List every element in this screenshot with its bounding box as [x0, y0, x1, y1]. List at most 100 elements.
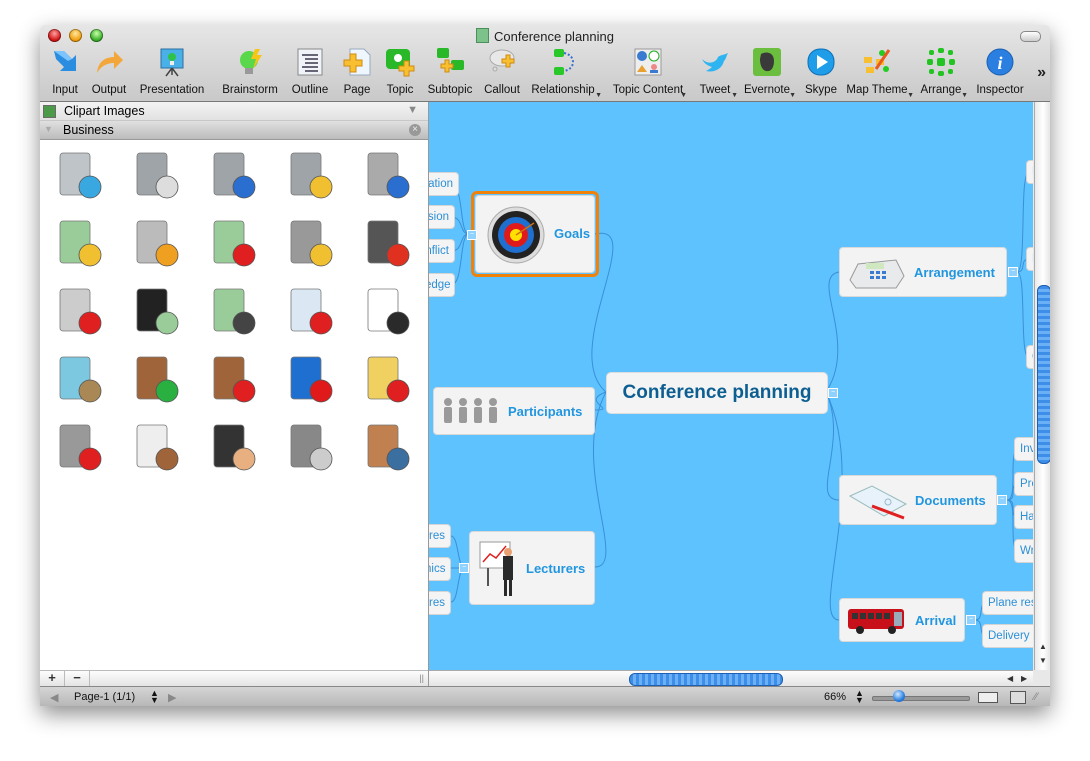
toolbar-page-button[interactable]: Page: [342, 47, 372, 99]
remove-clipart-button[interactable]: −: [65, 671, 90, 686]
zoom-stepper-icon[interactable]: ▲ ▼: [855, 689, 864, 705]
toolbar-tweet-button[interactable]: ▼ Tweet: [698, 47, 738, 99]
subtopic[interactable]: P: [1026, 247, 1033, 271]
subtopic[interactable]: Plane res: [982, 591, 1033, 615]
toolbar-relationship-button[interactable]: ▼ Relationship: [530, 47, 602, 99]
clipart-item[interactable]: [40, 346, 117, 414]
subtopic[interactable]: nics: [429, 557, 451, 581]
clipart-item[interactable]: [348, 278, 425, 346]
subtopic[interactable]: C: [1026, 345, 1033, 369]
clipart-item[interactable]: [348, 346, 425, 414]
clipart-item[interactable]: [271, 414, 348, 482]
add-clipart-button[interactable]: +: [40, 671, 65, 686]
clipart-item[interactable]: [40, 210, 117, 278]
topic-arrangement[interactable]: Arrangement: [839, 247, 1007, 297]
clipart-item[interactable]: [40, 142, 117, 210]
topic-arrival[interactable]: Arrival: [839, 598, 965, 642]
zoom-slider-knob[interactable]: [893, 690, 905, 702]
toolbar-presentation-button[interactable]: Presentation: [140, 47, 204, 99]
toolbar-label: Topic Content: [612, 84, 684, 96]
toolbar-brainstorm-button[interactable]: Brainstorm: [220, 47, 280, 99]
disclosure-triangle-icon[interactable]: ▼: [44, 124, 53, 134]
toolbar-callout-button[interactable]: Callout: [482, 47, 522, 99]
clipart-item[interactable]: [348, 210, 425, 278]
toolbar-input-button[interactable]: Input: [49, 47, 81, 99]
subtopic[interactable]: Pro: [1014, 472, 1033, 496]
toolbar-arrange-button[interactable]: ▼ Arrange: [920, 47, 968, 99]
clipart-item[interactable]: [117, 142, 194, 210]
fit-width-icon[interactable]: [978, 692, 998, 703]
central-topic[interactable]: Conference planning: [606, 372, 828, 414]
toolbar-evernote-button[interactable]: ▼ Evernote: [744, 47, 796, 99]
toolbar-subtopic-button[interactable]: Subtopic: [425, 47, 475, 99]
close-category-icon[interactable]: ×: [409, 124, 421, 136]
subtopic[interactable]: Har: [1014, 505, 1033, 529]
clipart-item[interactable]: [271, 210, 348, 278]
clipart-item[interactable]: [194, 346, 271, 414]
page-stepper-icon[interactable]: ▲ ▼: [150, 689, 159, 705]
collapse-icon[interactable]: −: [467, 230, 477, 240]
topic-goals[interactable]: Goals: [475, 195, 595, 273]
clipart-item[interactable]: [271, 346, 348, 414]
clipart-item[interactable]: [117, 346, 194, 414]
panel-resize-handle[interactable]: ||: [419, 673, 424, 683]
subtopic[interactable]: Wri: [1014, 539, 1033, 563]
collapse-icon[interactable]: −: [1008, 267, 1018, 277]
collapse-icon[interactable]: −: [459, 563, 469, 573]
toolbar-output-button[interactable]: Output: [91, 47, 127, 99]
collapse-icon[interactable]: −: [997, 495, 1007, 505]
subtopic[interactable]: Inv: [1014, 437, 1033, 461]
subtopic[interactable]: ision: [429, 205, 455, 229]
topic-lecturers[interactable]: Lecturers: [469, 531, 595, 605]
next-page-icon[interactable]: ▶: [168, 691, 176, 704]
vertical-scrollbar[interactable]: ▲ ▼: [1034, 102, 1050, 670]
horizontal-scrollbar[interactable]: ◀ ▶: [429, 670, 1033, 687]
toolbar-toggle-button[interactable]: [1020, 31, 1041, 42]
toolbar-outline-button[interactable]: Outline: [290, 47, 330, 99]
window-resize-grip[interactable]: ⁄⁄: [1034, 691, 1038, 703]
scroll-up-arrow-icon[interactable]: ▲: [1039, 642, 1047, 651]
vertical-scroll-thumb[interactable]: [1037, 285, 1050, 464]
clipart-item[interactable]: [194, 414, 271, 482]
clipart-item[interactable]: [271, 142, 348, 210]
toolbar-skype-button[interactable]: Skype: [804, 47, 838, 99]
clipart-item[interactable]: [40, 278, 117, 346]
subtopic[interactable]: R: [1026, 160, 1033, 184]
subtopic[interactable]: nflict: [429, 239, 455, 263]
horizontal-scroll-thumb[interactable]: [629, 673, 783, 686]
subtopic[interactable]: res: [429, 524, 451, 548]
previous-page-icon[interactable]: ◀: [50, 691, 58, 704]
clipart-item[interactable]: [194, 210, 271, 278]
subtopic[interactable]: ation: [429, 172, 459, 196]
topic-documents[interactable]: Documents: [839, 475, 997, 525]
toolbar-inspector-button[interactable]: i Inspector: [976, 47, 1024, 99]
clipart-item[interactable]: [194, 142, 271, 210]
subtopic[interactable]: res: [429, 591, 451, 615]
category-header[interactable]: ▼ Business ×: [40, 121, 428, 140]
subtopic[interactable]: Delivery: [982, 624, 1033, 648]
panel-menu-arrow-icon[interactable]: ▼: [407, 104, 418, 116]
collapse-icon[interactable]: −: [966, 615, 976, 625]
topic-participants[interactable]: Participants: [433, 387, 595, 435]
clipart-item[interactable]: [117, 278, 194, 346]
clipart-item[interactable]: [271, 278, 348, 346]
scroll-right-arrow-icon[interactable]: ▶: [1021, 674, 1027, 683]
clipart-item[interactable]: [117, 414, 194, 482]
toolbar-topic-content-button[interactable]: ▼ Topic Content: [612, 47, 687, 99]
toolbar-map-theme-button[interactable]: ▼ Map Theme: [846, 47, 914, 99]
zoom-slider[interactable]: [872, 696, 970, 701]
panel-header[interactable]: Clipart Images ▼: [40, 102, 428, 121]
clipart-item[interactable]: [348, 142, 425, 210]
toolbar-topic-button[interactable]: Topic: [385, 47, 415, 99]
toolbar-overflow-button[interactable]: »: [1037, 64, 1046, 82]
clipart-item[interactable]: [40, 414, 117, 482]
clipart-item[interactable]: [348, 414, 425, 482]
subtopic[interactable]: edge: [429, 273, 455, 297]
scroll-left-arrow-icon[interactable]: ◀: [1007, 674, 1013, 683]
collapse-icon[interactable]: −: [828, 388, 838, 398]
mindmap-canvas[interactable]: Conference planning − Goals − ation isio…: [429, 102, 1033, 670]
fit-page-icon[interactable]: [1010, 691, 1026, 704]
clipart-item[interactable]: [117, 210, 194, 278]
scroll-down-arrow-icon[interactable]: ▼: [1039, 656, 1047, 665]
clipart-item[interactable]: [194, 278, 271, 346]
